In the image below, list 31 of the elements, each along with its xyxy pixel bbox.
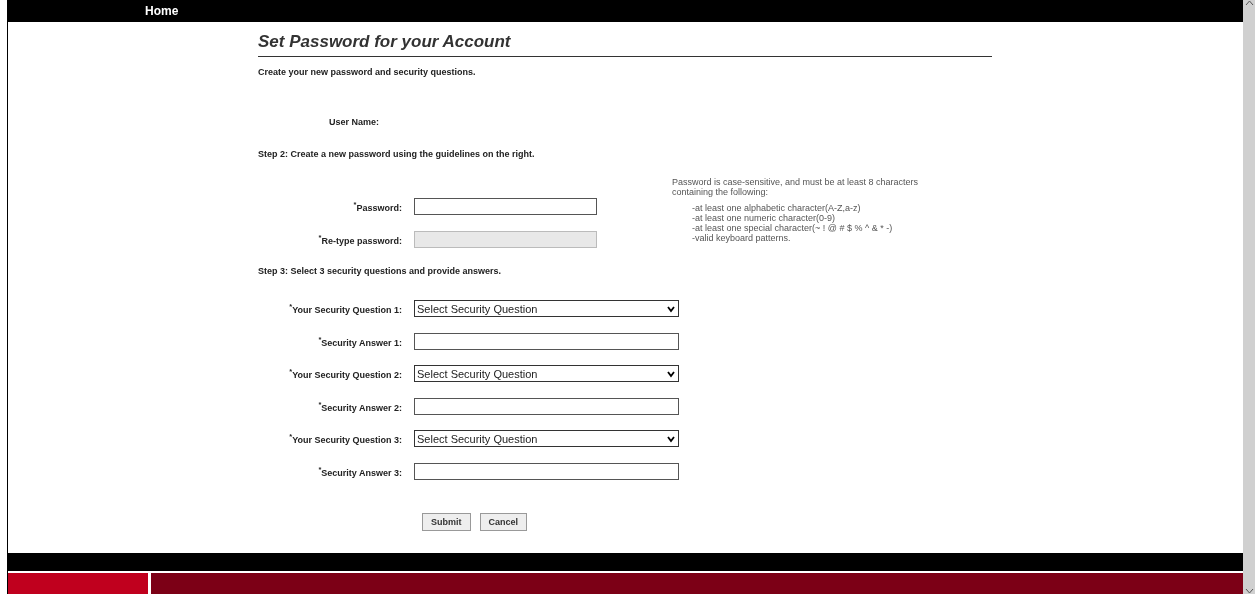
field-label: $^{*}$Your Security Question 3: (288, 432, 402, 445)
guidelines-text: Password is case-sensitive, and must be at least 8 characters containing the following: (672, 177, 920, 197)
page-title: Set Password for your Account (258, 32, 992, 57)
security-question-select[interactable]: Select Security Question (414, 300, 679, 317)
input-field[interactable] (414, 333, 679, 350)
input-field[interactable] (414, 463, 679, 480)
guideline-item: -at least one alphabetic character(A-Z,a-z) (692, 203, 862, 213)
field-label: $^{*}$Password: (352, 199, 402, 213)
intro-text: Create your new password and security questions. (258, 67, 477, 77)
step-text: Step 2: Create a new password using the guidelines on the right. (258, 149, 536, 159)
field-label: $^{*}$Security Answer 1: (317, 334, 402, 348)
security-question-select[interactable]: Select Security Question (414, 430, 679, 447)
submit-button[interactable]: Submit (422, 513, 471, 531)
input-field[interactable] (414, 198, 597, 215)
field-label: $^{*}$Security Answer 2: (317, 399, 402, 413)
cancel-button[interactable]: Cancel (479, 513, 527, 531)
user-name-label: User Name: (329, 117, 381, 127)
field-label: $^{*}$Your Security Question 1: (288, 302, 402, 315)
guideline-item: -at least one special character(~ ! @ # $ % ^ & * -) (692, 223, 894, 233)
field-label: $^{*}$Re-type password: (317, 232, 402, 246)
field-label: $^{*}$Security Answer 3: (317, 464, 402, 478)
input-field[interactable] (414, 398, 679, 415)
step-text: Step 3: Select 3 security questions and provide answers. (258, 266, 503, 276)
home-link[interactable]: Home (145, 4, 179, 18)
security-question-select[interactable]: Select Security Question (414, 365, 679, 382)
guideline-item: -valid keyboard patterns. (692, 233, 792, 243)
guideline-item: -at least one numeric character(0-9) (692, 213, 837, 223)
scrollbar[interactable] (1243, 0, 1255, 594)
chevron-up-icon (1244, 0, 1254, 6)
chevron-down-icon (1244, 588, 1254, 594)
field-label: $^{*}$Your Security Question 2: (288, 367, 402, 380)
